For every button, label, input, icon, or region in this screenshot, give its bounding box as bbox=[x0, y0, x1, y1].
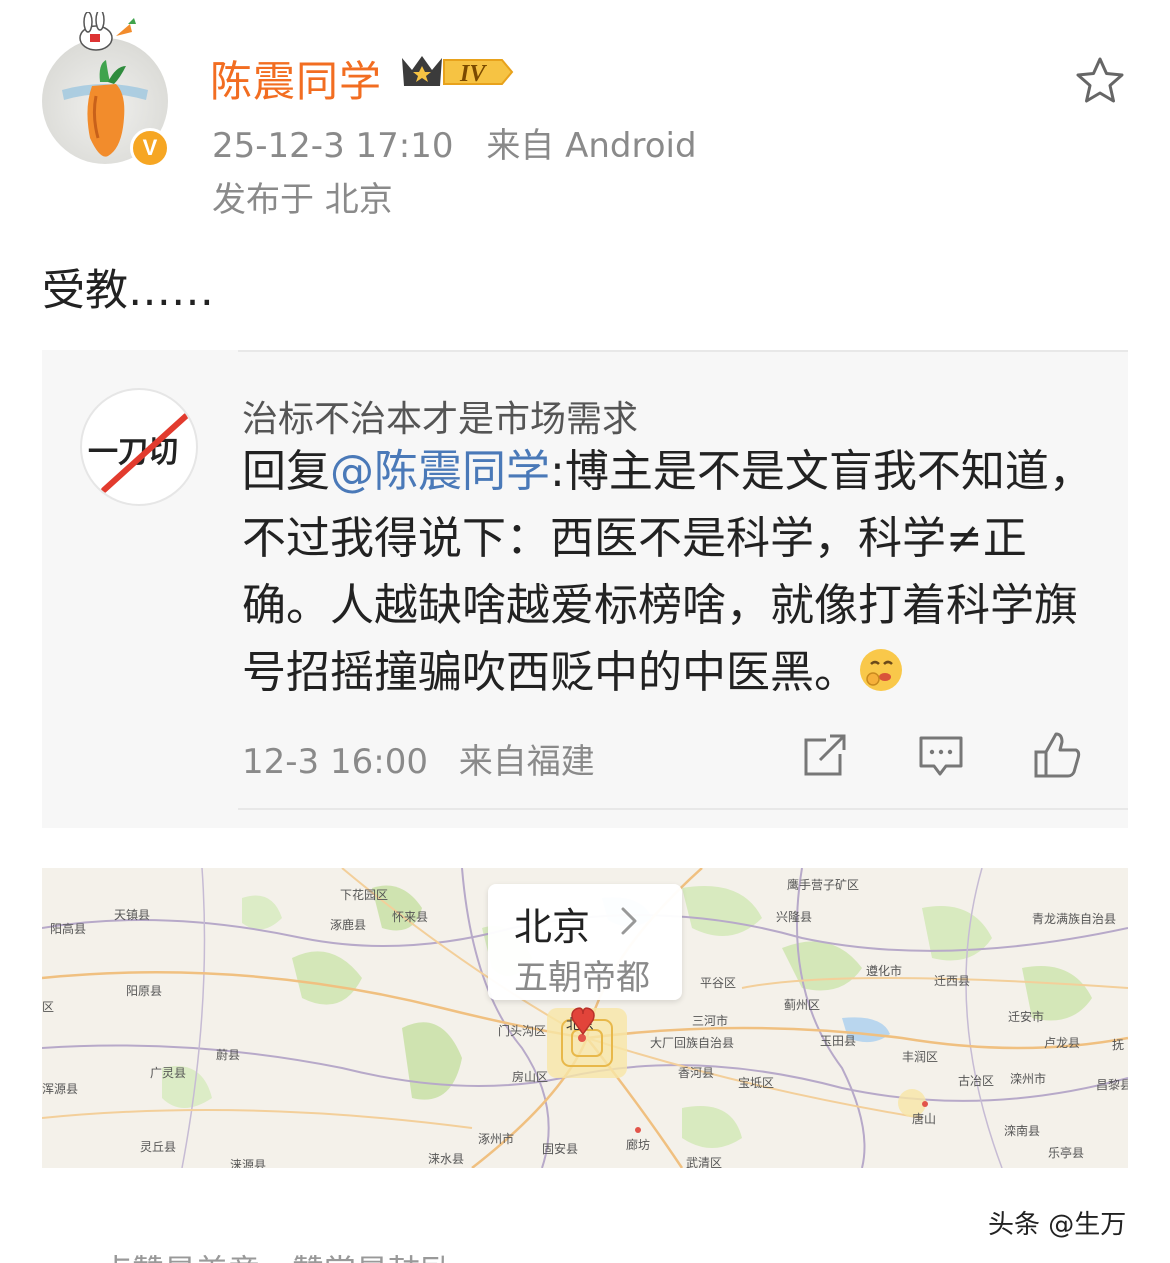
map-label: 涞水县 bbox=[428, 1152, 465, 1166]
map-label: 丰润区 bbox=[902, 1050, 939, 1064]
map-label: 固安县 bbox=[542, 1142, 579, 1156]
level-badge-text: IV bbox=[459, 61, 487, 87]
mention-link[interactable]: @陈震同学 bbox=[330, 446, 550, 497]
like-thumb-icon[interactable] bbox=[1032, 730, 1082, 780]
thinking-emoji-icon bbox=[860, 649, 902, 691]
map-city-name: 北京 bbox=[514, 905, 591, 949]
map-label: 遵化市 bbox=[866, 964, 903, 978]
verified-badge-icon: V bbox=[130, 128, 170, 168]
crown-level-badge-icon: IV bbox=[402, 56, 514, 87]
map-label: 大厂回族自治县 bbox=[650, 1036, 735, 1050]
reply-source: 来自福建 bbox=[458, 742, 595, 782]
map-label: 阳高县 bbox=[50, 922, 87, 936]
map-label: 天镇县 bbox=[114, 908, 151, 922]
map-label: 阳原县 bbox=[126, 984, 163, 998]
map-label: 涿鹿县 bbox=[330, 918, 367, 932]
map-label: 三河市 bbox=[692, 1014, 729, 1028]
map-label: 古冶区 bbox=[958, 1074, 995, 1088]
location-pin-icon bbox=[571, 1007, 595, 1036]
map-city-popup[interactable]: 北京 五朝帝都 bbox=[488, 884, 682, 1000]
map-label: 蓟州区 bbox=[784, 998, 821, 1012]
map-label: 乐亭县 bbox=[1048, 1146, 1085, 1160]
map-label: 房山区 bbox=[512, 1070, 549, 1084]
map-label: 玉田县 bbox=[820, 1034, 857, 1048]
map-label: 滦州市 bbox=[1010, 1072, 1047, 1086]
map-label: 涿州市 bbox=[478, 1132, 515, 1146]
post-location[interactable]: 发布于 北京 bbox=[212, 172, 393, 221]
map-label: 迁安市 bbox=[1008, 1010, 1045, 1024]
map-label: 蔚县 bbox=[216, 1048, 241, 1062]
map-label: 怀来县 bbox=[392, 910, 429, 924]
reply-text: 回复@陈震同学:博主是不是文盲我不知道，不过我得说下：西医不是科学，科学≠正确。… bbox=[242, 438, 1102, 706]
map-label: 卢龙县 bbox=[1044, 1036, 1081, 1050]
map-label: 浑源县 bbox=[42, 1082, 79, 1096]
map-label: 门头沟区 bbox=[498, 1024, 547, 1038]
map-label: 昌黎县 bbox=[1096, 1078, 1128, 1092]
map-label: 滦南县 bbox=[1004, 1124, 1041, 1138]
location-map[interactable]: 阳高县 天镇县 下花园区 涿鹿县 怀来县 鹰手营子矿区 兴隆县 青龙满族自治县 … bbox=[42, 868, 1128, 1168]
map-label: 武清区 bbox=[686, 1156, 723, 1168]
map-label: 宝坻区 bbox=[738, 1076, 775, 1090]
cut-off-footer-text: 点赞是美意，赞赏是鼓励 bbox=[100, 1246, 452, 1263]
map-label: 鹰手营子矿区 bbox=[787, 878, 860, 892]
map-label: 涞源县 bbox=[230, 1158, 267, 1168]
map-label: 香河县 bbox=[678, 1066, 715, 1080]
reply-meta: 12-3 16:00 来自福建 bbox=[242, 734, 595, 783]
post-text: 受教…… bbox=[42, 266, 214, 316]
map-label: 兴隆县 bbox=[776, 910, 813, 924]
weibo-post-page: V 陈震同学 IV 25-12-3 17:10 来自 Android 发布于 北… bbox=[0, 0, 1170, 1263]
map-label: 区 bbox=[42, 1000, 55, 1014]
map-label: 下花园区 bbox=[340, 888, 389, 902]
map-label: 唐山 bbox=[912, 1112, 937, 1126]
map-label: 廊坊 bbox=[626, 1138, 651, 1152]
divider bbox=[238, 350, 1128, 352]
map-label: 迁西县 bbox=[934, 974, 971, 988]
reply-author-avatar[interactable]: 一刀切 bbox=[80, 388, 198, 506]
map-city-tagline: 五朝帝都 bbox=[514, 958, 650, 998]
map-label: 抚 bbox=[1112, 1038, 1125, 1052]
post-source: 来自 Android bbox=[486, 126, 697, 166]
reply-timestamp: 12-3 16:00 bbox=[242, 742, 428, 782]
watermark: 头条 @生万 bbox=[988, 1210, 1127, 1240]
map-label: 灵丘县 bbox=[140, 1140, 177, 1154]
divider bbox=[238, 808, 1128, 810]
reply-prefix: 回复 bbox=[242, 446, 330, 497]
map-label: 平谷区 bbox=[700, 976, 737, 990]
map-label: 青龙满族自治县 bbox=[1032, 912, 1117, 926]
username[interactable]: 陈震同学 bbox=[210, 48, 382, 109]
reply-author-name[interactable]: 治标不治本才是市场需求 bbox=[242, 390, 638, 442]
favorite-star-icon[interactable] bbox=[1074, 55, 1126, 107]
chevron-right-icon bbox=[621, 907, 637, 935]
post-timestamp: 25-12-3 17:10 bbox=[212, 126, 454, 166]
post-meta: 25-12-3 17:10 来自 Android bbox=[212, 118, 697, 167]
comment-icon[interactable] bbox=[916, 730, 966, 780]
quoted-reply-card[interactable]: 一刀切 治标不治本才是市场需求 回复@陈震同学:博主是不是文盲我不知道，不过我得… bbox=[42, 350, 1128, 828]
map-label: 广灵县 bbox=[150, 1066, 187, 1080]
share-icon[interactable] bbox=[800, 730, 850, 780]
